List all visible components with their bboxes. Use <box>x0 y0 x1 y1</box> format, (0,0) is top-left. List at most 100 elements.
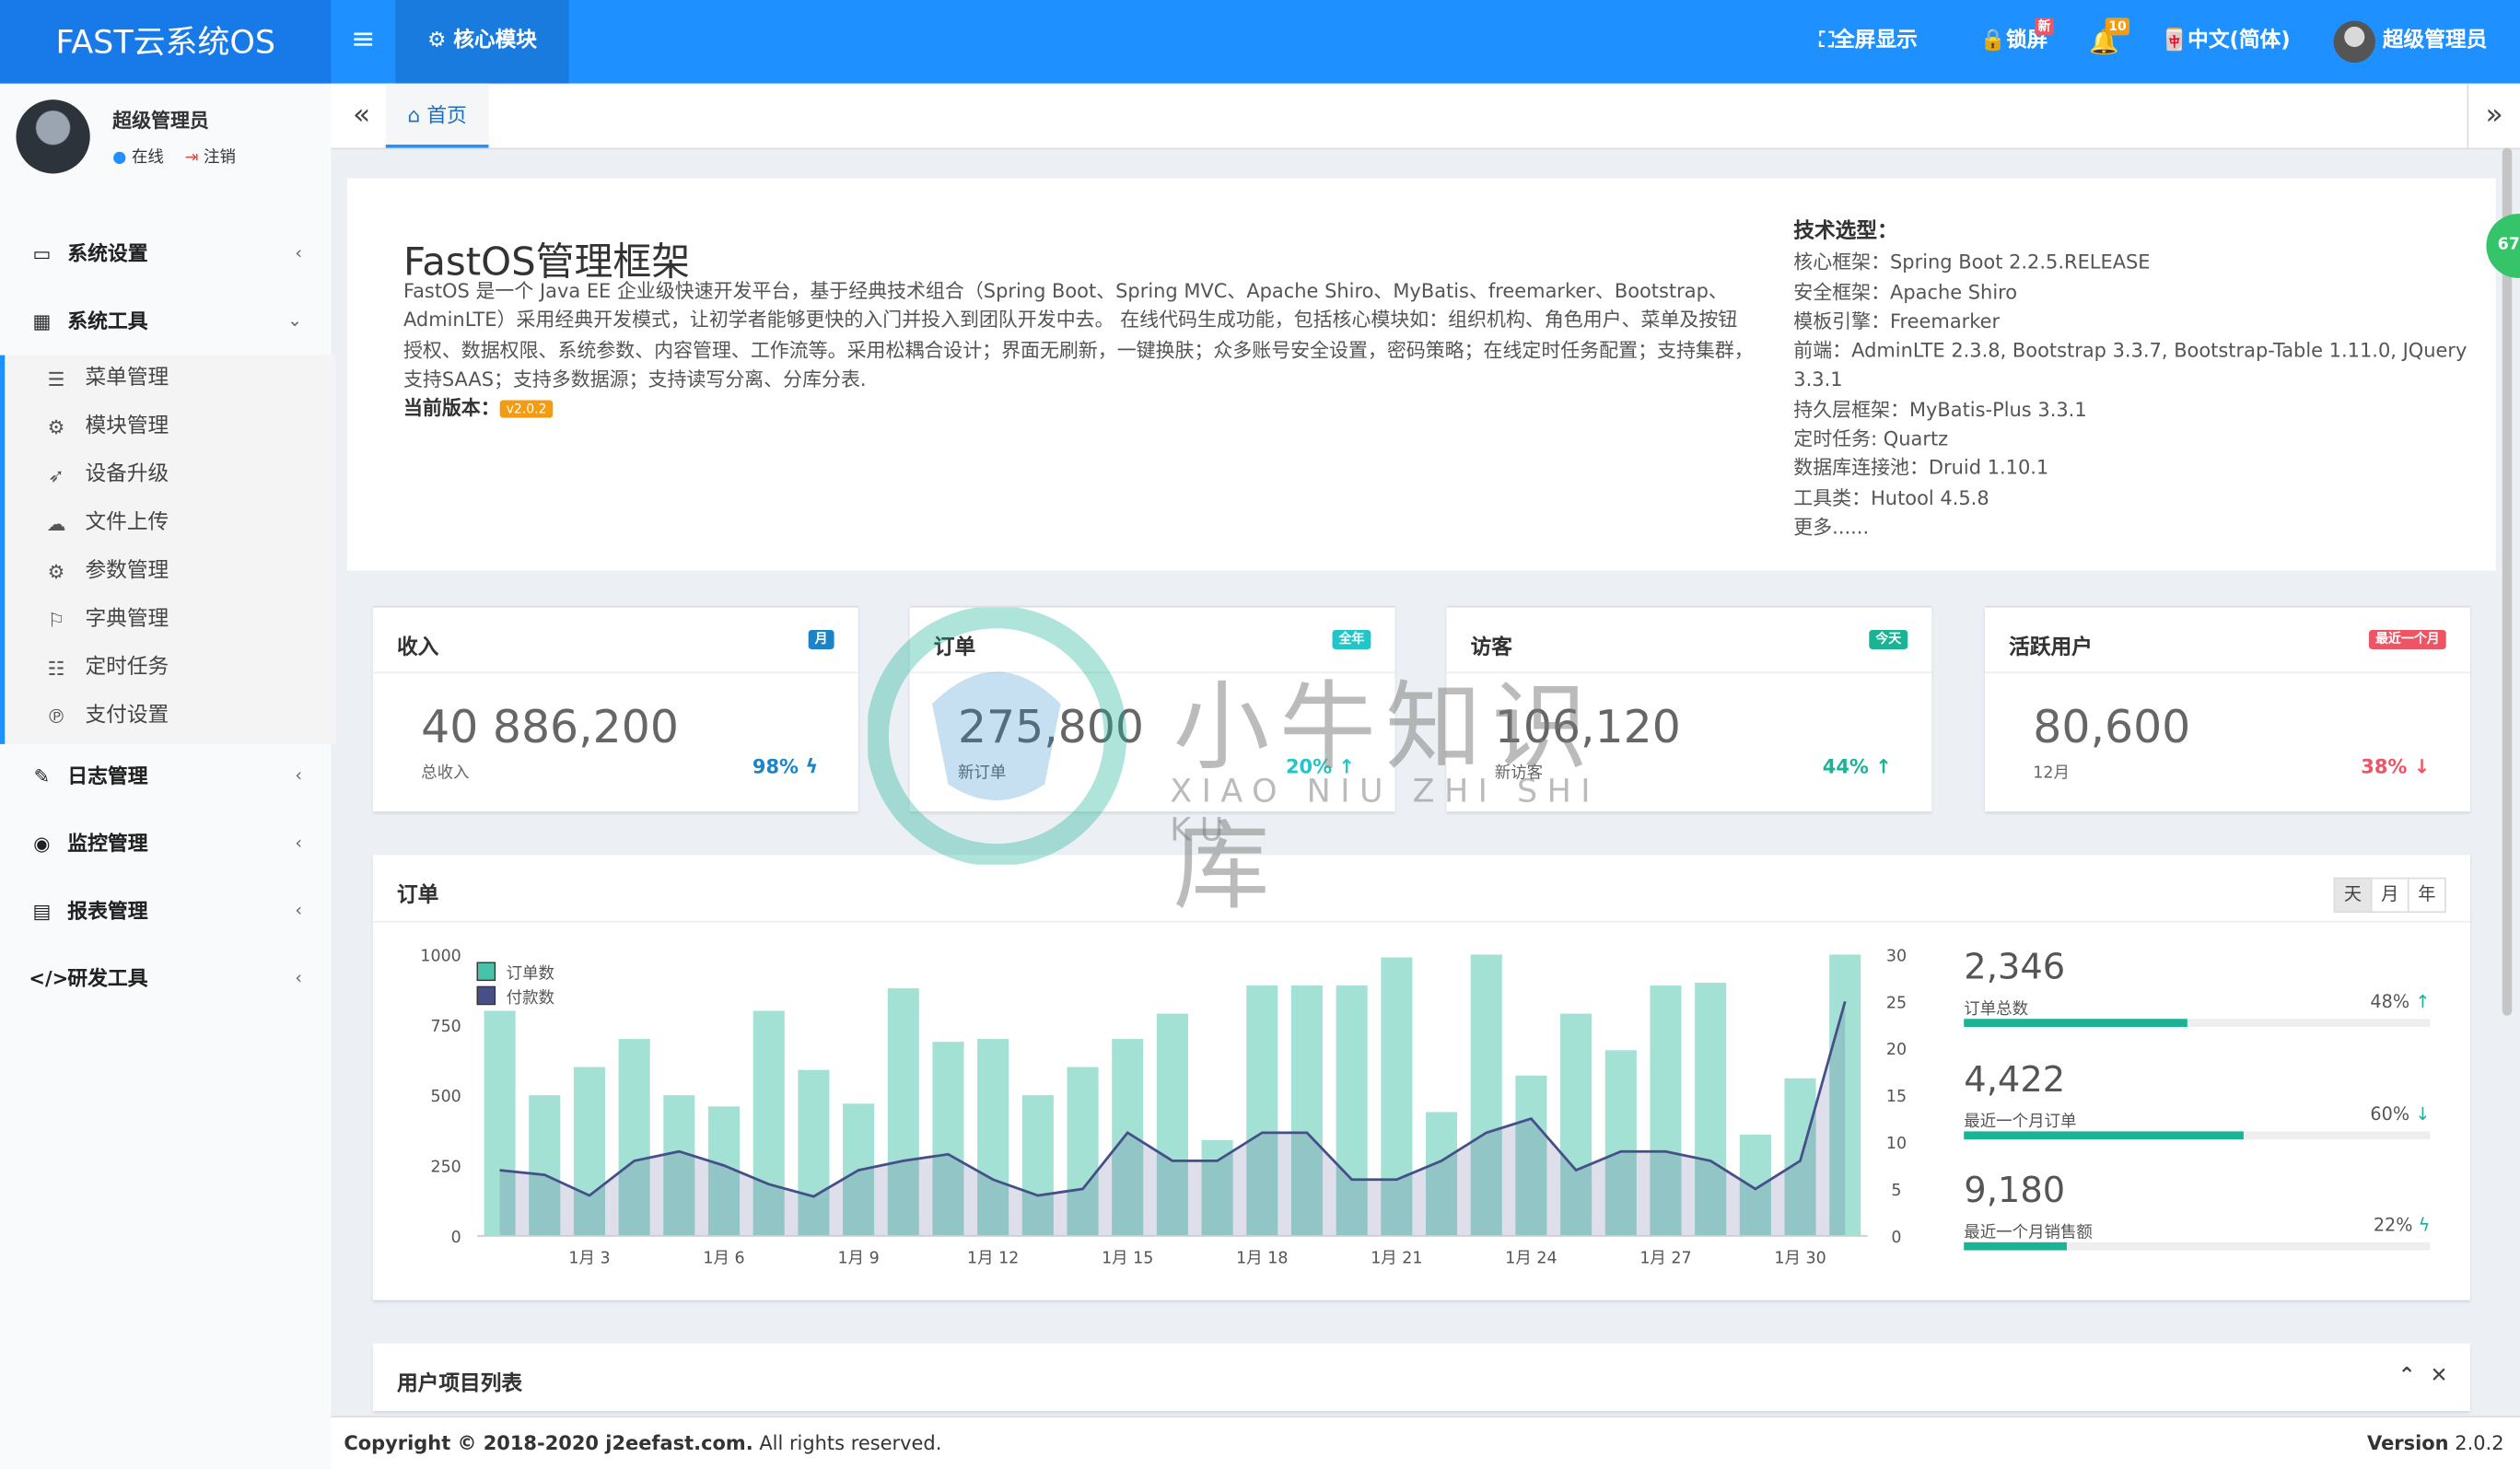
copyright-site[interactable]: j2eefast.com. <box>605 1432 752 1454</box>
submenu-item-upgrade[interactable]: ➶ 设备升级 <box>5 451 335 499</box>
edit-icon: ✎ <box>33 764 51 788</box>
core-module-tab[interactable]: ⚙ 核心模块 <box>395 0 569 84</box>
submenu-item-dict[interactable]: ⚐ 字典管理 <box>5 596 335 644</box>
tabs-scroll-left-icon[interactable]: « <box>337 84 385 148</box>
tech-title: 技术选型： <box>1793 220 1898 245</box>
fullscreen-button[interactable]: ⛶全屏显示 <box>1819 0 1918 84</box>
copyright-rights: All rights reserved. <box>752 1431 942 1455</box>
collapse-icon[interactable]: ⌃ <box>2398 1364 2416 1388</box>
stat-value: 4,422 <box>1964 1060 2066 1102</box>
arrow-up-icon: ↑ <box>2415 991 2431 1013</box>
fullscreen-label: 全屏显示 <box>1834 29 1918 53</box>
app-logo[interactable]: FAST云系统OS <box>0 0 332 84</box>
submenu-item-params[interactable]: ⚙ 参数管理 <box>5 548 335 596</box>
tab-home-label: 首页 <box>426 102 467 127</box>
notification-bell-icon[interactable]: 🔔 <box>2089 0 2119 84</box>
submenu-item-label: 字典管理 <box>85 607 169 632</box>
card-percent-value: 20% <box>1285 755 1333 778</box>
tech-item: 前端：AdminLTE 2.3.8, Bootstrap 3.3.7, Boot… <box>1793 339 2468 391</box>
sidebar-item-label: 监控管理 <box>67 831 148 856</box>
income-card: 收入 月 40 886,200 总收入 98% ϟ <box>372 605 858 812</box>
submenu-item-label: 文件上传 <box>85 510 169 536</box>
code-icon: </> <box>29 967 69 990</box>
sidebar-item-reports[interactable]: ▤ 报表管理 ‹ <box>0 878 331 945</box>
x-tick-label: 1月 12 <box>967 1249 1019 1267</box>
stat-progress-track <box>1964 1242 2431 1251</box>
sidebar-item-dev-tools[interactable]: </> 研发工具 ‹ <box>0 945 331 1012</box>
version-label: Version <box>2367 1431 2449 1455</box>
close-icon[interactable]: ✕ <box>2430 1364 2447 1388</box>
grid-icon: ▦ <box>32 309 52 333</box>
lock-icon: 🔒 <box>1979 29 2006 53</box>
card-divider <box>909 671 1395 674</box>
sidebar-item-system-tools[interactable]: ▦ 系统工具 ⌄ <box>0 287 331 355</box>
card-badge: 最近一个月 <box>2368 630 2446 649</box>
x-tick-label: 1月 9 <box>838 1249 880 1267</box>
card-title: 活跃用户 <box>2009 635 2093 661</box>
card-divider <box>1446 671 1932 674</box>
x-tick-label: 1月 21 <box>1371 1249 1422 1267</box>
stat-label: 最近一个月销售额 <box>1964 1224 2093 1242</box>
submenu-item-payment[interactable]: ℗ 支付设置 <box>5 693 335 740</box>
excel-icon: ▤ <box>32 900 52 923</box>
tab-home[interactable]: ⌂ 首页 <box>385 83 489 148</box>
logout-icon[interactable]: ⇥ <box>185 149 199 167</box>
stat-value: 9,180 <box>1964 1172 2066 1212</box>
submenu-item-module[interactable]: ⚙ 模块管理 <box>5 403 335 451</box>
range-day-button[interactable]: 天 <box>2333 877 2373 914</box>
tabs-scroll-right-icon[interactable]: » <box>2467 83 2520 148</box>
card-percent-value: 38% <box>2361 755 2408 778</box>
panel-tools: ⌃ ✕ <box>2398 1364 2448 1388</box>
paypal-icon: ℗ <box>46 705 66 729</box>
active-users-card: 活跃用户 最近一个月 80,600 12月 38% ↓ <box>1984 605 2470 812</box>
sidebar-item-system-settings[interactable]: ▭ 系统设置 ‹ <box>0 220 331 287</box>
copyright: Copyright © 2018-2020 j2eefast.com. All … <box>344 1417 941 1469</box>
card-subtitle: 12月 <box>2033 764 2070 783</box>
gear-icon: ⚙ <box>47 560 65 584</box>
x-tick-label: 1月 24 <box>1505 1249 1557 1267</box>
submenu-item-menu[interactable]: ☰ 菜单管理 <box>5 356 335 403</box>
orders-card: 订单 全年 275,800 新订单 20% ↑ <box>909 605 1395 812</box>
submenu-item-tasks[interactable]: ☷ 定时任务 <box>5 645 335 693</box>
chevron-left-icon: ‹ <box>295 242 303 264</box>
chevron-left-icon: ‹ <box>295 832 303 854</box>
intro-description: FastOS 是一个 Java EE 企业级快速开发平台，基于经典技术组合（Sp… <box>402 279 1754 391</box>
sidebar-item-logs[interactable]: ✎ 日志管理 ‹ <box>0 742 331 810</box>
stat-progress-track <box>1964 1131 2431 1140</box>
tech-item: 核心框架：Spring Boot 2.2.5.RELEASE <box>1793 251 2151 274</box>
user-project-list-panel: 用户项目列表 ⌃ ✕ <box>372 1343 2470 1412</box>
top-navbar: FAST云系统OS ≡ ⚙ 核心模块 ⛶全屏显示 🔒锁屏 新 🔔 10 🀄中文(… <box>0 0 2520 84</box>
range-month-button[interactable]: 月 <box>2370 877 2409 914</box>
page-tabs: « ⌂ 首页 » <box>331 83 2520 150</box>
sidebar-item-label: 系统工具 <box>67 309 148 333</box>
arrow-down-icon: ↓ <box>2415 1103 2431 1125</box>
notification-count-badge: 10 <box>2105 17 2130 36</box>
content-scrollbar[interactable] <box>2502 147 2513 1016</box>
expand-icon: ⛶ <box>1819 29 1835 53</box>
language-selector[interactable]: 🀄中文(简体) <box>2162 0 2291 84</box>
legend-swatch-orders <box>476 962 496 982</box>
card-title: 收入 <box>396 635 439 661</box>
sidebar-item-monitor[interactable]: ◉ 监控管理 ‹ <box>0 810 331 877</box>
sidebar-item-label: 报表管理 <box>67 898 148 923</box>
sidebar-toggle-icon[interactable]: ≡ <box>331 0 395 84</box>
stat-value: 2,346 <box>1964 948 2066 989</box>
system-tools-submenu: ☰ 菜单管理 ⚙ 模块管理 ➶ 设备升级 ☁ 文件上传 ⚙ 参数管理 ⚐ 字典管理 ☷ 定时任… <box>0 355 336 744</box>
arrow-up-icon: ↑ <box>1338 755 1355 778</box>
submenu-item-upload[interactable]: ☁ 文件上传 <box>5 500 335 548</box>
card-percent: 44% ↑ <box>1823 755 1892 777</box>
y-tick-label-left: 1000 <box>420 947 461 965</box>
card-percent: 20% ↑ <box>1286 755 1355 777</box>
stat-percent-value: 48% <box>2370 991 2410 1013</box>
lock-new-badge: 新 <box>2035 17 2054 36</box>
bookmark-icon: ⚐ <box>47 609 65 632</box>
app-window: FAST云系统OS ≡ ⚙ 核心模块 ⛶全屏显示 🔒锁屏 新 🔔 10 🀄中文(… <box>0 0 2520 1469</box>
lock-screen-button[interactable]: 🔒锁屏 <box>1980 0 2048 84</box>
submenu-item-label: 设备升级 <box>85 462 169 487</box>
range-year-button[interactable]: 年 <box>2407 877 2446 914</box>
user-menu[interactable]: 超级管理员 <box>2333 0 2487 84</box>
cogs-icon: ⚙ <box>47 415 65 439</box>
logout-link[interactable]: 注销 <box>204 149 236 167</box>
version-label: 当前版本： <box>402 396 500 420</box>
y-tick-label-left: 250 <box>430 1158 461 1176</box>
